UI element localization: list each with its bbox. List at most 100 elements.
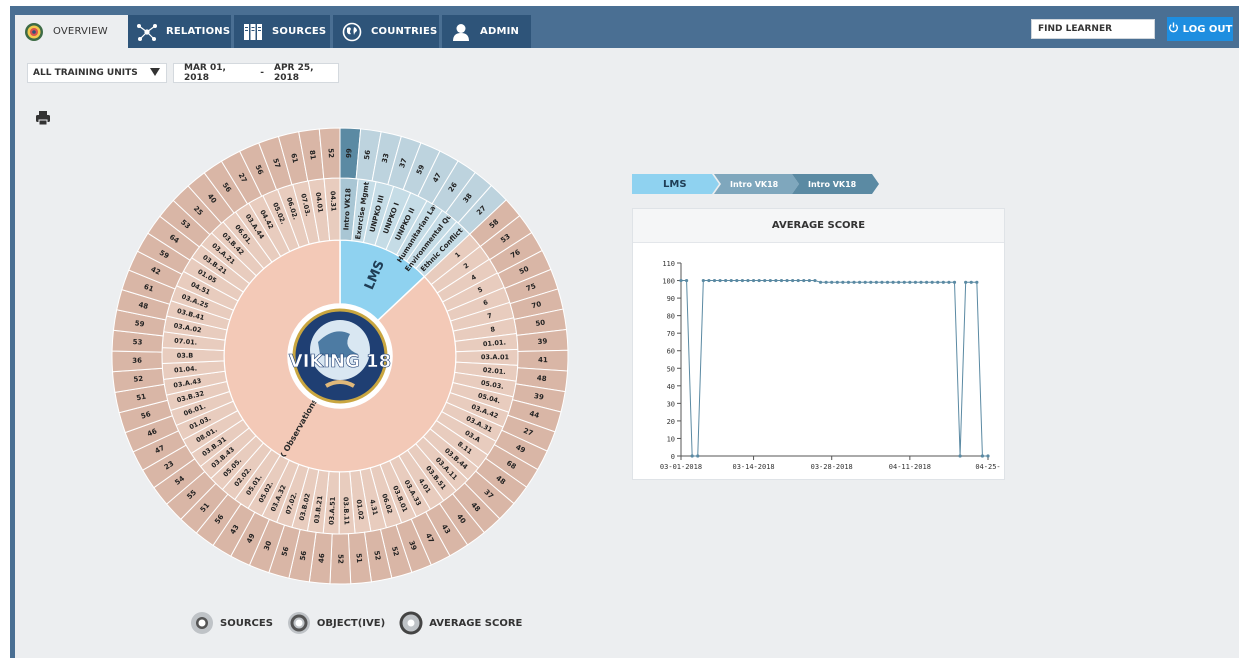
y-tick-label: 20 bbox=[667, 418, 675, 426]
score-point[interactable] bbox=[724, 278, 728, 283]
score-point[interactable] bbox=[751, 278, 756, 283]
score-point[interactable] bbox=[980, 454, 985, 458]
score-point[interactable] bbox=[696, 454, 700, 458]
legend-label: AVERAGE SCORE bbox=[429, 617, 523, 629]
tab-sources[interactable]: SOURCES bbox=[234, 15, 330, 48]
score-point[interactable] bbox=[712, 278, 717, 283]
score-point[interactable] bbox=[785, 278, 789, 283]
score-point[interactable] bbox=[986, 454, 990, 458]
y-tick-label: 80 bbox=[667, 313, 675, 321]
score-point[interactable] bbox=[718, 278, 722, 283]
find-learner-input[interactable]: FIND LEARNER bbox=[1031, 19, 1155, 39]
score-point[interactable] bbox=[807, 278, 811, 283]
score-point[interactable] bbox=[947, 280, 951, 284]
score-point[interactable] bbox=[880, 280, 884, 284]
caret-down-icon bbox=[150, 67, 160, 79]
breadcrumb: LMS Intro VK18 Intro VK18 bbox=[632, 174, 879, 194]
globe-icon bbox=[341, 21, 363, 43]
tab-relations[interactable]: RELATIONS bbox=[128, 15, 231, 48]
score-point[interactable] bbox=[869, 280, 873, 284]
breadcrumb-label: LMS bbox=[663, 178, 687, 190]
user-icon bbox=[450, 21, 472, 43]
score-point[interactable] bbox=[858, 280, 862, 284]
date-from: MAR 01, 2018 bbox=[184, 63, 226, 83]
score-point[interactable] bbox=[757, 278, 761, 283]
legend-objective[interactable]: OBJECT(IVE) bbox=[287, 611, 385, 635]
legend-sources[interactable]: SOURCES bbox=[190, 611, 273, 635]
score-point[interactable] bbox=[735, 278, 739, 283]
tab-label: RELATIONS bbox=[166, 26, 231, 37]
score-point[interactable] bbox=[930, 280, 934, 284]
score-point[interactable] bbox=[902, 280, 906, 284]
x-tick-label: 04-11-2018 bbox=[889, 463, 931, 471]
score-point[interactable] bbox=[729, 278, 733, 283]
breadcrumb-item-intro-vk18-a[interactable]: Intro VK18 bbox=[714, 174, 799, 194]
logo-text: VIKING 18 bbox=[289, 351, 391, 372]
score-point[interactable] bbox=[835, 280, 839, 284]
score-point[interactable] bbox=[690, 454, 694, 458]
training-units-select[interactable]: ALL TRAINING UNITS bbox=[27, 63, 167, 83]
score-point[interactable] bbox=[824, 280, 828, 284]
score-point[interactable] bbox=[891, 280, 895, 284]
sunburst-outer-label: 46 bbox=[317, 553, 326, 564]
score-point[interactable] bbox=[841, 280, 845, 284]
score-point[interactable] bbox=[774, 278, 778, 283]
breadcrumb-item-lms[interactable]: LMS bbox=[632, 174, 719, 194]
score-point[interactable] bbox=[885, 280, 890, 284]
ring-middle-icon bbox=[287, 612, 310, 634]
score-point[interactable] bbox=[874, 280, 878, 284]
score-point[interactable] bbox=[958, 454, 962, 458]
score-point[interactable] bbox=[969, 280, 973, 284]
score-point[interactable] bbox=[964, 280, 968, 284]
score-point[interactable] bbox=[740, 278, 744, 283]
y-tick-label: 0 bbox=[671, 453, 675, 461]
tab-overview[interactable]: OVERVIEW bbox=[15, 15, 128, 48]
score-point[interactable] bbox=[908, 280, 912, 284]
tab-countries[interactable]: COUNTRIES bbox=[333, 15, 439, 48]
sunburst-outer-label: 52 bbox=[327, 148, 335, 158]
score-point[interactable] bbox=[701, 278, 705, 283]
date-range-picker[interactable]: MAR 01, 2018 - APR 25, 2018 bbox=[173, 63, 339, 83]
sunburst-chart[interactable]: LMSCAX ObservationsIntro VK18 Exercise Mg… bbox=[110, 126, 570, 586]
score-point[interactable] bbox=[941, 280, 945, 284]
ring-inner-icon bbox=[191, 612, 213, 634]
score-point[interactable] bbox=[818, 280, 823, 284]
legend-average-score[interactable]: AVERAGE SCORE bbox=[399, 611, 522, 635]
breadcrumb-item-intro-vk18-b[interactable]: Intro VK18 bbox=[792, 174, 879, 194]
logout-button[interactable]: LOG OUT bbox=[1167, 17, 1233, 41]
score-point[interactable] bbox=[791, 278, 795, 283]
tab-admin[interactable]: ADMIN bbox=[442, 15, 531, 48]
score-point[interactable] bbox=[830, 280, 834, 284]
legend-label: SOURCES bbox=[220, 617, 273, 629]
score-point[interactable] bbox=[779, 278, 784, 283]
y-tick-label: 60 bbox=[667, 348, 675, 356]
score-point[interactable] bbox=[679, 278, 683, 283]
score-point[interactable] bbox=[813, 278, 817, 283]
score-point[interactable] bbox=[846, 280, 851, 284]
printer-icon[interactable] bbox=[35, 110, 51, 126]
x-tick-label: 04-25- bbox=[975, 463, 1000, 471]
score-point[interactable] bbox=[852, 280, 856, 284]
score-point[interactable] bbox=[768, 278, 772, 283]
sunburst-middle-label: 03.A.01 bbox=[481, 353, 510, 361]
x-tick-label: 03-28-2018 bbox=[811, 463, 853, 471]
sunburst-outer-label: 51 bbox=[354, 553, 363, 564]
network-icon bbox=[136, 21, 158, 43]
sunburst-middle-label: 03.B.11 bbox=[342, 497, 351, 526]
score-point[interactable] bbox=[919, 280, 923, 284]
score-point[interactable] bbox=[763, 278, 767, 283]
score-point[interactable] bbox=[707, 278, 711, 283]
score-point[interactable] bbox=[913, 280, 918, 284]
books-icon bbox=[242, 21, 264, 43]
score-point[interactable] bbox=[952, 280, 957, 284]
score-point[interactable] bbox=[936, 280, 940, 284]
score-point[interactable] bbox=[863, 280, 867, 284]
score-point[interactable] bbox=[897, 280, 901, 284]
score-point[interactable] bbox=[802, 278, 806, 283]
score-point[interactable] bbox=[925, 280, 929, 284]
score-point[interactable] bbox=[796, 278, 800, 283]
sunburst-middle-label: 03.B bbox=[177, 352, 194, 360]
score-point[interactable] bbox=[975, 280, 979, 284]
score-point[interactable] bbox=[746, 278, 750, 283]
score-point[interactable] bbox=[684, 278, 689, 283]
